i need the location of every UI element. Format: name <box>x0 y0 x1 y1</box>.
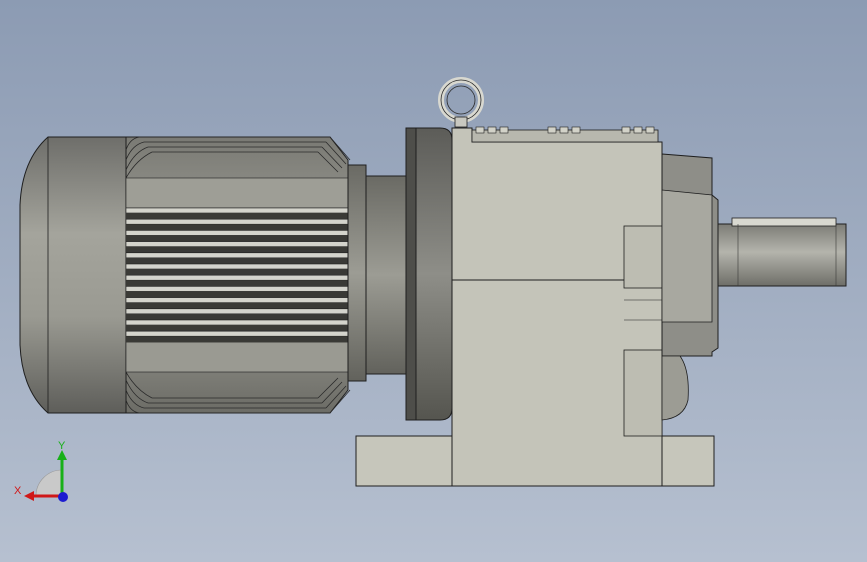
fin-gap <box>126 269 348 276</box>
fin-gap <box>126 280 348 287</box>
motor-band-upper <box>125 177 349 209</box>
fin-gap <box>126 302 348 309</box>
orientation-triad: Y X <box>14 440 68 502</box>
y-axis-label: Y <box>58 440 66 452</box>
fin-gap <box>126 213 348 220</box>
cooling-fin <box>125 319 349 326</box>
cooling-fin <box>125 297 349 303</box>
fin-gap <box>126 325 348 332</box>
cooling-fin <box>125 330 349 337</box>
fin-gap <box>126 291 348 298</box>
cooling-fin <box>125 308 349 315</box>
shaft-key <box>731 217 837 227</box>
cooling-fin <box>125 286 349 292</box>
fin-gap <box>126 246 348 253</box>
cooling-fin <box>125 263 349 270</box>
fin-gap <box>126 336 348 343</box>
cooling-fin <box>125 218 349 225</box>
x-axis-label: X <box>14 485 22 497</box>
motor-housing[interactable] <box>125 136 351 414</box>
output-shaft[interactable] <box>717 217 847 287</box>
cooling-fins <box>125 207 349 343</box>
cooling-fin <box>125 230 349 236</box>
triad-plane-shade <box>35 469 63 497</box>
cooling-fin <box>125 274 349 281</box>
motor-band-lower <box>125 341 349 373</box>
graphics-viewport[interactable]: Y X <box>0 0 867 562</box>
cover-bolts <box>475 126 655 134</box>
cooling-fin <box>125 207 349 214</box>
fin-gap <box>126 313 348 320</box>
cooling-fin <box>125 241 349 247</box>
gearmotor-model[interactable] <box>0 0 867 562</box>
output-bearing-housing[interactable] <box>661 153 719 421</box>
lifting-eye-bolt[interactable] <box>438 77 484 128</box>
fin-gap <box>126 257 348 264</box>
motor-flange[interactable] <box>405 127 453 421</box>
fin-gap <box>126 224 348 231</box>
z-axis-dot <box>58 492 68 502</box>
fin-gap <box>126 235 348 242</box>
fan-cover[interactable] <box>19 136 127 414</box>
x-axis-arrowhead <box>24 491 34 501</box>
motor-neck[interactable] <box>347 164 407 382</box>
cooling-fin <box>125 252 349 259</box>
